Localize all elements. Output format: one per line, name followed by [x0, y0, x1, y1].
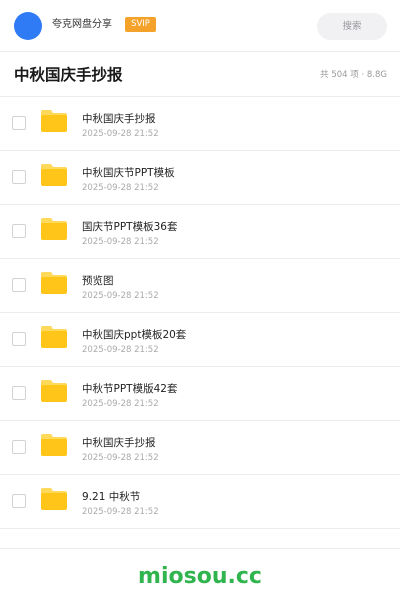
divider	[0, 548, 400, 549]
item-date: 2025-09-28 21:52	[82, 183, 159, 193]
file-list: 中秋国庆手抄报 2025-09-28 21:52 中秋国庆节PPT模板 2025…	[0, 97, 400, 529]
checkbox-icon[interactable]	[12, 440, 26, 454]
item-name: 中秋国庆手抄报	[82, 437, 156, 449]
folder-icon	[41, 110, 67, 132]
folder-icon	[41, 272, 67, 294]
site-watermark[interactable]: miosou.cc	[0, 562, 400, 592]
checkbox-icon[interactable]	[12, 116, 26, 130]
checkbox-icon[interactable]	[12, 494, 26, 508]
list-item[interactable]: 中秋国庆节PPT模板 2025-09-28 21:52	[0, 151, 400, 205]
item-date: 2025-09-28 21:52	[82, 345, 159, 355]
folder-icon	[41, 326, 67, 348]
folder-icon	[41, 218, 67, 240]
folder-icon	[41, 434, 67, 456]
avatar[interactable]	[14, 12, 42, 40]
header: 夸克网盘分享 SVIP 搜索	[0, 0, 400, 52]
item-date: 2025-09-28 21:52	[82, 507, 159, 517]
checkbox-icon[interactable]	[12, 224, 26, 238]
item-date: 2025-09-28 21:52	[82, 399, 159, 409]
list-item[interactable]: 中秋国庆ppt模板20套 2025-09-28 21:52	[0, 313, 400, 367]
search-button[interactable]: 搜索	[317, 13, 387, 40]
item-date: 2025-09-28 21:52	[82, 129, 159, 139]
svip-badge: SVIP	[125, 17, 156, 32]
checkbox-icon[interactable]	[12, 278, 26, 292]
item-name: 国庆节PPT模板36套	[82, 221, 178, 233]
list-item[interactable]: 9.21 中秋节 2025-09-28 21:52	[0, 475, 400, 529]
item-name: 中秋国庆手抄报	[82, 113, 156, 125]
folder-icon	[41, 488, 67, 510]
item-count: 共 504 项 · 8.8G	[320, 70, 387, 80]
item-name: 中秋国庆ppt模板20套	[82, 329, 187, 341]
item-date: 2025-09-28 21:52	[82, 453, 159, 463]
folder-icon	[41, 164, 67, 186]
item-name: 9.21 中秋节	[82, 491, 141, 503]
item-date: 2025-09-28 21:52	[82, 291, 159, 301]
title-bar: 中秋国庆手抄报 共 504 项 · 8.8G	[0, 53, 400, 97]
checkbox-icon[interactable]	[12, 332, 26, 346]
folder-icon	[41, 380, 67, 402]
item-name: 中秋国庆节PPT模板	[82, 167, 175, 179]
item-name: 中秋节PPT模版42套	[82, 383, 178, 395]
page-title: 中秋国庆手抄报	[14, 66, 123, 84]
checkbox-icon[interactable]	[12, 170, 26, 184]
app-name: 夸克网盘分享	[52, 19, 112, 30]
list-item[interactable]: 中秋节PPT模版42套 2025-09-28 21:52	[0, 367, 400, 421]
list-item[interactable]: 中秋国庆手抄报 2025-09-28 21:52	[0, 421, 400, 475]
checkbox-icon[interactable]	[12, 386, 26, 400]
item-date: 2025-09-28 21:52	[82, 237, 159, 247]
list-item[interactable]: 国庆节PPT模板36套 2025-09-28 21:52	[0, 205, 400, 259]
list-item[interactable]: 预览图 2025-09-28 21:52	[0, 259, 400, 313]
list-item[interactable]: 中秋国庆手抄报 2025-09-28 21:52	[0, 97, 400, 151]
item-name: 预览图	[82, 275, 114, 287]
